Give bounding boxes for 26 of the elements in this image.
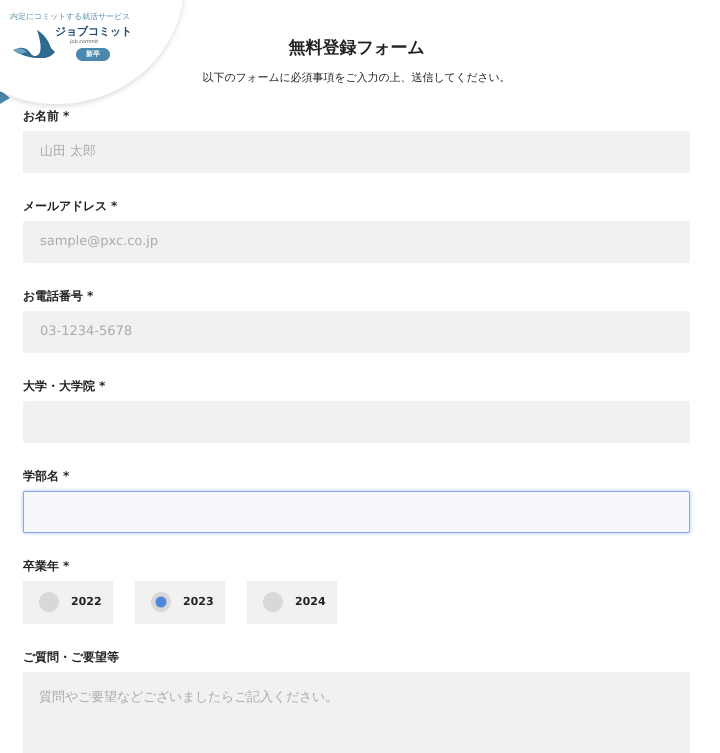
arrow-icon	[0, 90, 10, 104]
logo-name: ジョブコミット	[55, 24, 132, 39]
logo-tagline: 内定にコミットする就活サービス	[10, 11, 130, 23]
radio-button[interactable]	[39, 592, 59, 612]
field-label: 大学・大学院	[23, 378, 95, 395]
form-title: 無料登録フォーム	[288, 38, 424, 58]
radio-option[interactable]: 2022	[23, 580, 113, 624]
form-description: 以下のフォームに必須事項をご入力の上、送信してください。	[202, 70, 510, 86]
required-mark: *	[99, 378, 106, 395]
radio-option[interactable]: 2023	[135, 580, 225, 624]
required-mark: *	[63, 108, 70, 125]
field-label: お電話番号	[23, 288, 83, 305]
field-label: メールアドレス	[23, 198, 107, 215]
required-mark: *	[63, 468, 70, 485]
text-area[interactable]: 質問やご要望などございましたらご記入ください。	[23, 672, 690, 753]
field-label: 学部名	[23, 468, 59, 485]
input-field[interactable]	[23, 490, 690, 533]
field-label: ご質問・ご要望等	[23, 648, 119, 666]
required-mark: *	[111, 198, 118, 215]
required-mark: *	[63, 558, 70, 575]
radio-option[interactable]: 2024	[247, 580, 337, 624]
field-label: お名前	[23, 108, 59, 125]
radio-button[interactable]	[151, 592, 171, 612]
field-label: 卒業年	[23, 558, 59, 575]
required-mark: *	[87, 288, 94, 305]
radio-button[interactable]	[263, 592, 283, 612]
